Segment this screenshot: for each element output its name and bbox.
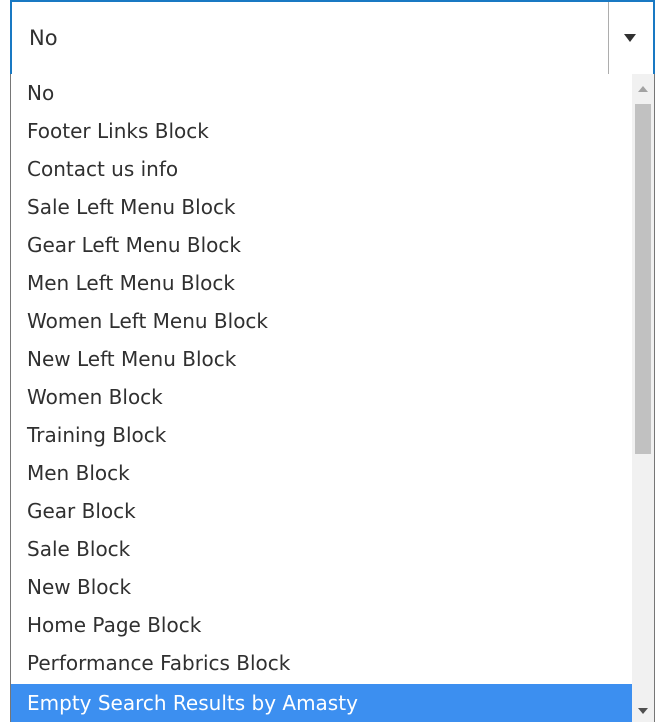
scroll-up-arrow-icon[interactable] [638,86,648,92]
dropdown-list[interactable]: No Footer Links Block Contact us info Sa… [10,74,655,722]
option-gear-block[interactable]: Gear Block [11,492,632,530]
option-gear-left-menu-block[interactable]: Gear Left Menu Block [11,226,632,264]
chevron-down-icon [624,34,636,42]
scroll-down-arrow-icon[interactable] [638,708,648,714]
option-women-left-menu-block[interactable]: Women Left Menu Block [11,302,632,340]
option-men-block[interactable]: Men Block [11,454,632,492]
option-new-block[interactable]: New Block [11,568,632,606]
dropdown-scrollbar[interactable] [632,74,654,722]
option-sale-block[interactable]: Sale Block [11,530,632,568]
cms-block-select[interactable]: No [10,0,655,74]
option-training-block[interactable]: Training Block [11,416,632,454]
option-new-left-menu-block[interactable]: New Left Menu Block [11,340,632,378]
scrollbar-thumb[interactable] [635,104,651,454]
option-no[interactable]: No [11,74,632,112]
option-performance-fabrics-block[interactable]: Performance Fabrics Block [11,644,632,682]
option-men-left-menu-block[interactable]: Men Left Menu Block [11,264,632,302]
select-toggle-button[interactable] [608,2,653,74]
option-empty-search-results[interactable]: Empty Search Results by Amasty [11,684,632,722]
option-footer-links-block[interactable]: Footer Links Block [11,112,632,150]
option-sale-left-menu-block[interactable]: Sale Left Menu Block [11,188,632,226]
option-women-block[interactable]: Women Block [11,378,632,416]
option-home-page-block[interactable]: Home Page Block [11,606,632,644]
select-current-value: No [29,26,58,50]
option-contact-us-info[interactable]: Contact us info [11,150,632,188]
